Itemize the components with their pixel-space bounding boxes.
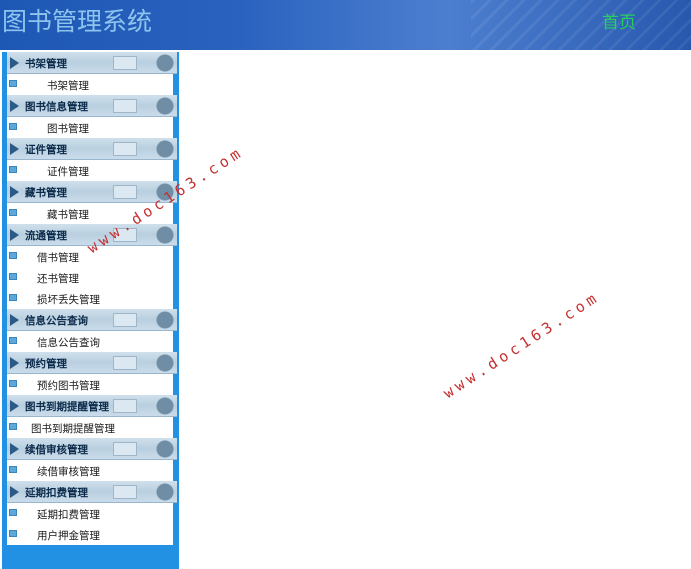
menu-group-label: 延期扣费管理 [25,487,88,499]
menu-item-label: 证件管理 [47,166,89,178]
menu-item-label: 损坏丢失管理 [37,294,100,306]
triangle-arrow-icon [10,143,19,155]
menu-item-borrow[interactable]: 借书管理 [7,246,165,267]
triangle-arrow-icon [10,57,19,69]
menu-item-label: 图书管理 [47,123,89,135]
header-banner: 图书管理系统 首页 [0,0,691,50]
menu-item-deposit[interactable]: 用户押金管理 [7,524,165,545]
header-decoration [113,99,137,113]
bullet-icon [9,273,17,280]
bullet-icon [9,423,17,430]
triangle-arrow-icon [10,443,19,455]
triangle-arrow-icon [10,100,19,112]
bullet-icon [9,80,17,87]
header-decoration [145,353,175,372]
menu-item-label: 还书管理 [37,273,79,285]
menu-group-card[interactable]: 证件管理 [7,138,177,160]
menu-item-card[interactable]: 证件管理 [7,160,165,181]
bullet-icon [9,530,17,537]
menu-item-renewal[interactable]: 续借审核管理 [7,460,165,481]
header-decoration [113,485,137,499]
header-decoration [145,225,175,244]
triangle-arrow-icon [10,229,19,241]
menu-item-label: 用户押金管理 [37,530,100,542]
menu-item-return[interactable]: 还书管理 [7,267,165,288]
menu-group-label: 信息公告查询 [25,315,88,327]
menu-group-announcement[interactable]: 信息公告查询 [7,309,177,331]
menu-group-late-fee[interactable]: 延期扣费管理 [7,481,177,503]
header-decoration [113,56,137,70]
bullet-icon [9,209,17,216]
header-decoration [145,482,175,501]
bullet-icon [9,509,17,516]
menu-group-shelf[interactable]: 书架管理 [7,52,177,74]
menu-item-label: 信息公告查询 [37,337,100,349]
menu-group-label: 藏书管理 [25,187,67,199]
menu-item-label: 预约图书管理 [37,380,100,392]
header-decoration [145,139,175,158]
triangle-arrow-icon [10,400,19,412]
watermark-text: www.doc163.com [440,287,603,403]
menu-item-label: 延期扣费管理 [37,509,100,521]
menu-group-label: 预约管理 [25,358,67,370]
bullet-icon [9,466,17,473]
menu-group-book-info[interactable]: 图书信息管理 [7,95,177,117]
menu-item-label: 藏书管理 [47,209,89,221]
menu-item-label: 书架管理 [47,80,89,92]
bullet-icon [9,252,17,259]
bullet-icon [9,166,17,173]
header-decoration [113,185,137,199]
menu-item-label: 借书管理 [37,252,79,264]
menu-item-reservation[interactable]: 预约图书管理 [7,374,165,395]
menu-item-due-reminder[interactable]: 图书到期提醒管理 [7,417,165,438]
header-decoration [113,442,137,456]
menu-group-label: 图书到期提醒管理 [25,401,109,413]
sidebar-menu: 书架管理 书架管理 图书信息管理 图书管理 证件管理 证件管理 藏书管理 藏书管… [7,52,177,545]
header-decoration [471,0,691,50]
bullet-icon [9,123,17,130]
header-decoration [145,396,175,415]
menu-group-label: 证件管理 [25,144,67,156]
header-decoration [113,313,137,327]
app-title: 图书管理系统 [2,7,153,36]
menu-item-shelf[interactable]: 书架管理 [7,74,165,95]
home-link[interactable]: 首页 [602,8,636,33]
sidebar: 书架管理 书架管理 图书信息管理 图书管理 证件管理 证件管理 藏书管理 藏书管… [2,52,179,569]
triangle-arrow-icon [10,357,19,369]
header-decoration [113,142,137,156]
menu-group-label: 图书信息管理 [25,101,88,113]
menu-item-announcement[interactable]: 信息公告查询 [7,331,165,352]
triangle-arrow-icon [10,486,19,498]
header-decoration [145,53,175,72]
menu-group-label: 续借审核管理 [25,444,88,456]
header-decoration [113,399,137,413]
menu-item-books[interactable]: 图书管理 [7,117,165,138]
menu-group-due-reminder[interactable]: 图书到期提醒管理 [7,395,177,417]
triangle-arrow-icon [10,314,19,326]
bullet-icon [9,380,17,387]
menu-group-reservation[interactable]: 预约管理 [7,352,177,374]
bullet-icon [9,294,17,301]
header-decoration [145,439,175,458]
menu-item-late-fee[interactable]: 延期扣费管理 [7,503,165,524]
menu-group-label: 流通管理 [25,230,67,242]
header-decoration [145,96,175,115]
menu-item-damage-loss[interactable]: 损坏丢失管理 [7,288,165,309]
header-decoration [113,356,137,370]
bullet-icon [9,337,17,344]
menu-group-label: 书架管理 [25,58,67,70]
menu-group-renewal[interactable]: 续借审核管理 [7,438,177,460]
menu-item-label: 续借审核管理 [37,466,100,478]
menu-item-label: 图书到期提醒管理 [31,423,115,435]
header-decoration [145,310,175,329]
triangle-arrow-icon [10,186,19,198]
